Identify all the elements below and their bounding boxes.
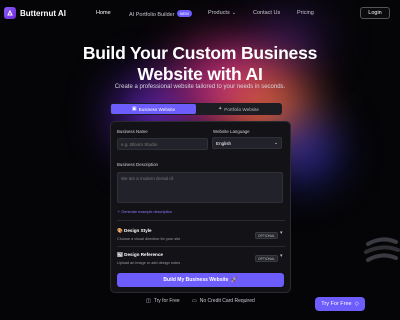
language-value: English [216, 140, 232, 146]
credit-card-icon: ▭ [192, 298, 197, 304]
design-style-title: 🎨 Design Style [117, 228, 152, 234]
decorative-ribbon-icon [364, 237, 400, 262]
hero-title: Build Your Custom Business Website with … [0, 43, 400, 85]
no-card-label: No Credit Card Required [199, 298, 255, 304]
chevron-down-icon: ▾ [280, 230, 283, 236]
business-name-input[interactable]: e.g. Bloom Studio [117, 138, 208, 150]
try-button-label: Try For Free [321, 301, 352, 307]
design-reference-description: Upload an image or add design notes [117, 261, 181, 265]
generate-link-label: Generate example description [121, 210, 172, 214]
try-for-free-button[interactable]: Try For Free ◇ [315, 297, 365, 311]
hero-title-line: Website with AI [137, 64, 263, 84]
description-label: Business Description [117, 162, 158, 167]
business-name-label: Business Name [117, 129, 148, 134]
sparkle-icon: ✧ [117, 210, 121, 214]
hero-title-line: Build Your Custom Business [82, 43, 318, 63]
divider [117, 220, 285, 221]
rocket-icon: 🚀 [231, 277, 238, 283]
chevron-down-icon: ⌄ [274, 140, 278, 145]
optional-badge: OPTIONAL [255, 232, 279, 239]
divider [117, 246, 285, 247]
website-type-tabs: ▣ Business Website ✦ Portfolio Website [110, 103, 282, 115]
try-free-note: ◫ Try for Free [146, 298, 180, 304]
generate-example-link[interactable]: ✧ Generate example description [117, 209, 172, 214]
tab-label: Business Website [138, 106, 176, 112]
chevron-down-icon: ▾ [280, 253, 283, 259]
tab-portfolio-website[interactable]: ✦ Portfolio Website [196, 104, 281, 114]
gift-icon: ◫ [146, 298, 151, 304]
language-label: Website Language [213, 129, 250, 134]
tab-label: Portfolio Website [224, 106, 259, 112]
language-select[interactable]: English ⌄ [212, 137, 282, 149]
description-placeholder: We are a modern dental cli [121, 176, 174, 181]
nav-link-pricing[interactable]: Pricing [297, 10, 314, 16]
try-free-label: Try for Free [153, 298, 180, 304]
no-card-note: ▭ No Credit Card Required [192, 298, 255, 304]
top-navigation: Butternut AI Home AI Portfolio Builder NE… [0, 0, 400, 28]
design-style-description: Choose a visual direction for your site [117, 237, 181, 241]
nav-link-products[interactable]: Products ⌄ [208, 10, 236, 16]
business-name-placeholder: e.g. Bloom Studio [121, 141, 158, 147]
nav-links: Home AI Portfolio Builder NEW Products ⌄ C… [0, 10, 400, 20]
optional-badge: OPTIONAL [255, 255, 279, 262]
design-reference-title: 🖼 Design Reference [117, 252, 163, 258]
nav-link-contact-us[interactable]: Contact Us [253, 10, 280, 16]
build-button-label: Build My Business Website [163, 277, 229, 283]
hero-subtitle: Create a professional website tailored t… [114, 84, 286, 90]
nav-link-ai-portfolio-builder[interactable]: AI Portfolio Builder NEW [129, 10, 192, 18]
palette-icon: 🎨 [117, 228, 123, 233]
build-website-button[interactable]: Build My Business Website 🚀 [117, 273, 284, 287]
tab-business-website[interactable]: ▣ Business Website [111, 104, 196, 114]
login-button[interactable]: Login [360, 7, 390, 19]
website-form-card: Business Name e.g. Bloom Studio Website … [110, 121, 291, 293]
nav-link-home[interactable]: Home [96, 10, 111, 16]
chevron-down-icon: ⌄ [231, 10, 236, 16]
new-badge: NEW [176, 10, 192, 17]
building-icon: ▣ [131, 105, 137, 112]
business-description-textarea[interactable]: We are a modern dental cli [117, 172, 283, 203]
nav-link-label: AI Portfolio Builder [129, 12, 175, 18]
sparkle-icon: ✦ [218, 105, 223, 112]
section-title: Design Reference [124, 252, 163, 257]
diamond-icon: ◇ [354, 301, 359, 307]
image-icon: 🖼 [117, 252, 123, 257]
nav-link-label: Products [208, 10, 230, 16]
section-title: Design Style [124, 228, 152, 233]
